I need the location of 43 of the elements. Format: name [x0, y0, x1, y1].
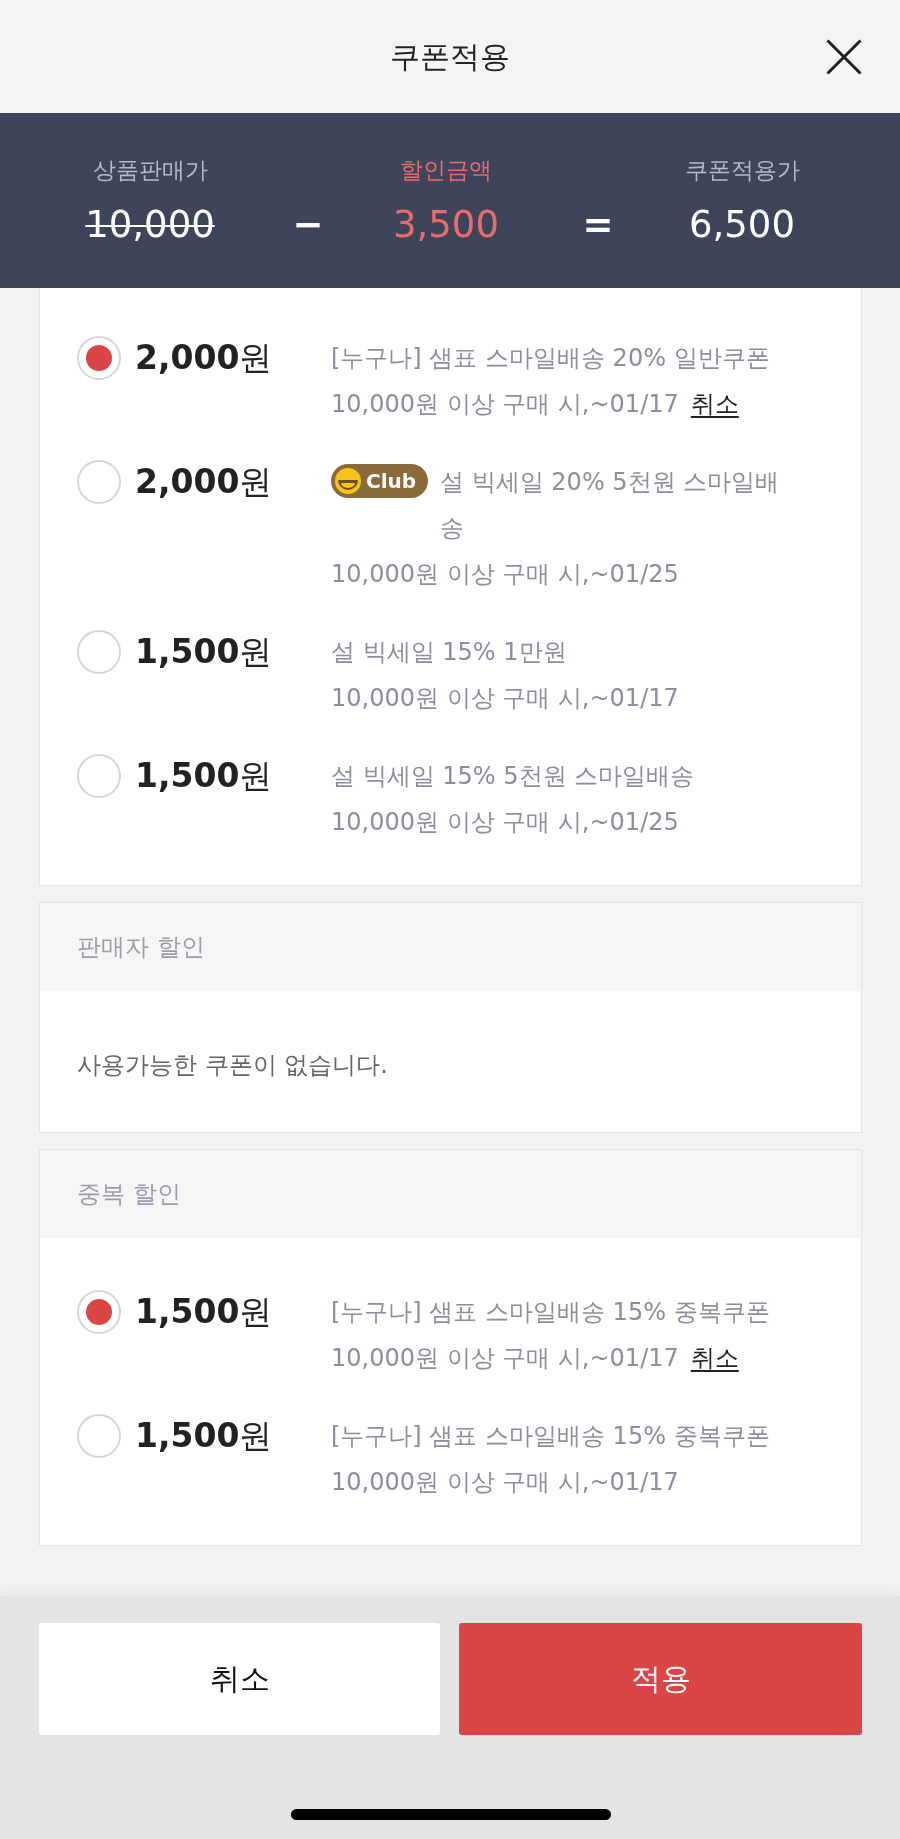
summary-value: 3,500 [393, 202, 499, 248]
operator-sign: − [292, 202, 324, 248]
section-title: 판매자 할인 [77, 932, 205, 963]
apply-button[interactable]: 적용 [459, 1623, 862, 1735]
radio-button[interactable] [77, 630, 121, 674]
coupon-condition: 10,000원 이상 구매 시,~01/17 [331, 1467, 679, 1498]
coupon-name: [누구나] 샘표 스마일배송 20% 일반쿠폰 [331, 343, 771, 374]
coupon-name: 설 빅세일 20% 5천원 스마일배송 [440, 467, 781, 544]
coupon-amount: 2,000원 [135, 337, 274, 379]
cancel-link[interactable]: 취소 [690, 1335, 739, 1381]
coupon-amount: 1,500원 [135, 1291, 274, 1333]
cancel-button[interactable]: 취소 [39, 1623, 440, 1735]
summary-label: 할인금액 [400, 156, 492, 185]
coupon-name: [누구나] 샘표 스마일배송 15% 중복쿠폰 [331, 1421, 771, 1452]
radio-button[interactable] [77, 1414, 121, 1458]
coupon-amount: 2,000원 [135, 461, 274, 503]
empty-message: 사용가능한 쿠폰이 없습니다. [77, 1049, 388, 1081]
coupon-amount: 1,500원 [135, 1415, 274, 1457]
operator-sign: = [582, 202, 614, 248]
close-icon[interactable] [826, 38, 862, 75]
radio-button[interactable] [77, 460, 121, 504]
coupon-condition: 10,000원 이상 구매 시,~01/25 [331, 807, 679, 838]
summary-label: 쿠폰적용가 [684, 156, 800, 185]
coupon-condition: 10,000원 이상 구매 시,~01/17 [331, 1343, 679, 1374]
coupon-condition: 10,000원 이상 구매 시,~01/17 [331, 683, 679, 714]
window-title: 쿠폰적용 [390, 37, 510, 76]
radio-button[interactable] [77, 754, 121, 798]
coupon-name: 설 빅세일 15% 5천원 스마일배송 [331, 761, 696, 792]
coupon-amount: 1,500원 [135, 755, 274, 797]
summary-value: 10,000 [85, 202, 215, 248]
radio-button[interactable] [77, 1290, 121, 1334]
coupon-amount: 1,500원 [135, 631, 274, 673]
section-title: 중복 할인 [77, 1179, 181, 1210]
coupon-name: 설 빅세일 15% 1만원 [331, 637, 568, 668]
summary-value: 6,500 [689, 202, 795, 248]
coupon-condition: 10,000원 이상 구매 시,~01/25 [331, 559, 679, 590]
summary-label: 상품판매가 [92, 156, 208, 185]
coupon-condition: 10,000원 이상 구매 시,~01/17 [331, 389, 679, 420]
face-icon [335, 468, 361, 494]
cancel-link[interactable]: 취소 [690, 381, 739, 427]
coupon-name: [누구나] 샘표 스마일배송 15% 중복쿠폰 [331, 1297, 771, 1328]
badge-label: Club [366, 468, 417, 494]
radio-button[interactable] [77, 336, 121, 380]
